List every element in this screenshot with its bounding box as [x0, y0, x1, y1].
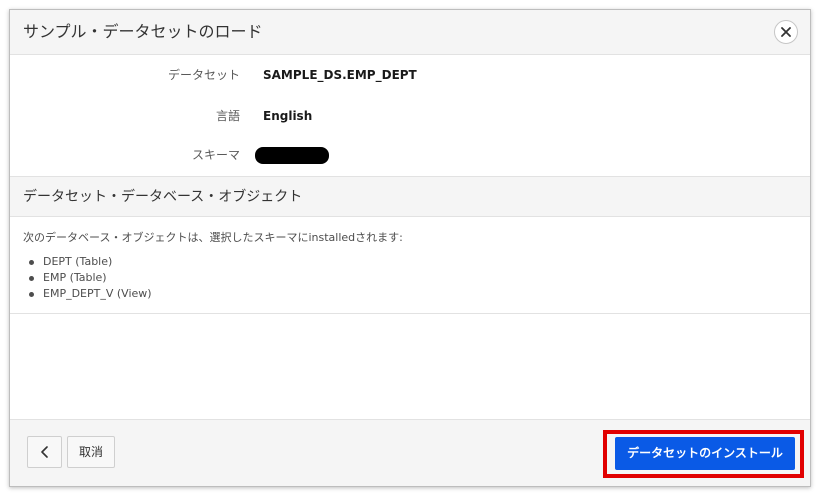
object-name: EMP_DEPT_V (View)	[43, 287, 152, 300]
bullet-icon	[29, 260, 34, 265]
close-icon	[781, 27, 791, 37]
list-item: EMP (Table)	[27, 270, 152, 286]
schema-field: スキーマ	[10, 145, 810, 165]
load-sample-dataset-dialog: サンプル・データセットのロード データセット SAMPLE_DS.EMP_DEP…	[9, 9, 811, 487]
objects-description: 次のデータベース・オブジェクトは、選択したスキーマにinstalledされます:	[23, 231, 403, 244]
language-label: 言語	[215, 109, 240, 123]
close-button[interactable]	[774, 20, 798, 44]
objects-list: DEPT (Table) EMP (Table) EMP_DEPT_V (Vie…	[27, 254, 152, 302]
install-dataset-button[interactable]: データセットのインストール	[615, 437, 795, 470]
bullet-icon	[29, 292, 34, 297]
objects-section-body: 次のデータベース・オブジェクトは、選択したスキーマにinstalledされます:…	[10, 217, 810, 314]
dialog-header: サンプル・データセットのロード	[10, 10, 810, 55]
objects-section-header: データセット・データベース・オブジェクト	[10, 176, 810, 217]
schema-value-redacted	[255, 147, 329, 164]
schema-label: スキーマ	[191, 148, 240, 162]
object-name: EMP (Table)	[43, 271, 107, 284]
list-item: EMP_DEPT_V (View)	[27, 286, 152, 302]
objects-section-title: データセット・データベース・オブジェクト	[23, 189, 303, 205]
list-item: DEPT (Table)	[27, 254, 152, 270]
dataset-value: SAMPLE_DS.EMP_DEPT	[263, 68, 417, 82]
back-button[interactable]	[27, 436, 62, 468]
dialog-title: サンプル・データセットのロード	[23, 22, 263, 41]
bullet-icon	[29, 276, 34, 281]
language-field: 言語 English	[10, 106, 810, 126]
language-value: English	[263, 109, 313, 123]
dataset-field: データセット SAMPLE_DS.EMP_DEPT	[10, 65, 810, 85]
dataset-label: データセット	[167, 68, 240, 82]
object-name: DEPT (Table)	[43, 255, 113, 268]
chevron-left-icon	[40, 446, 48, 458]
cancel-button[interactable]: 取消	[67, 436, 115, 468]
dialog-footer: 取消 データセットのインストール	[10, 419, 810, 486]
